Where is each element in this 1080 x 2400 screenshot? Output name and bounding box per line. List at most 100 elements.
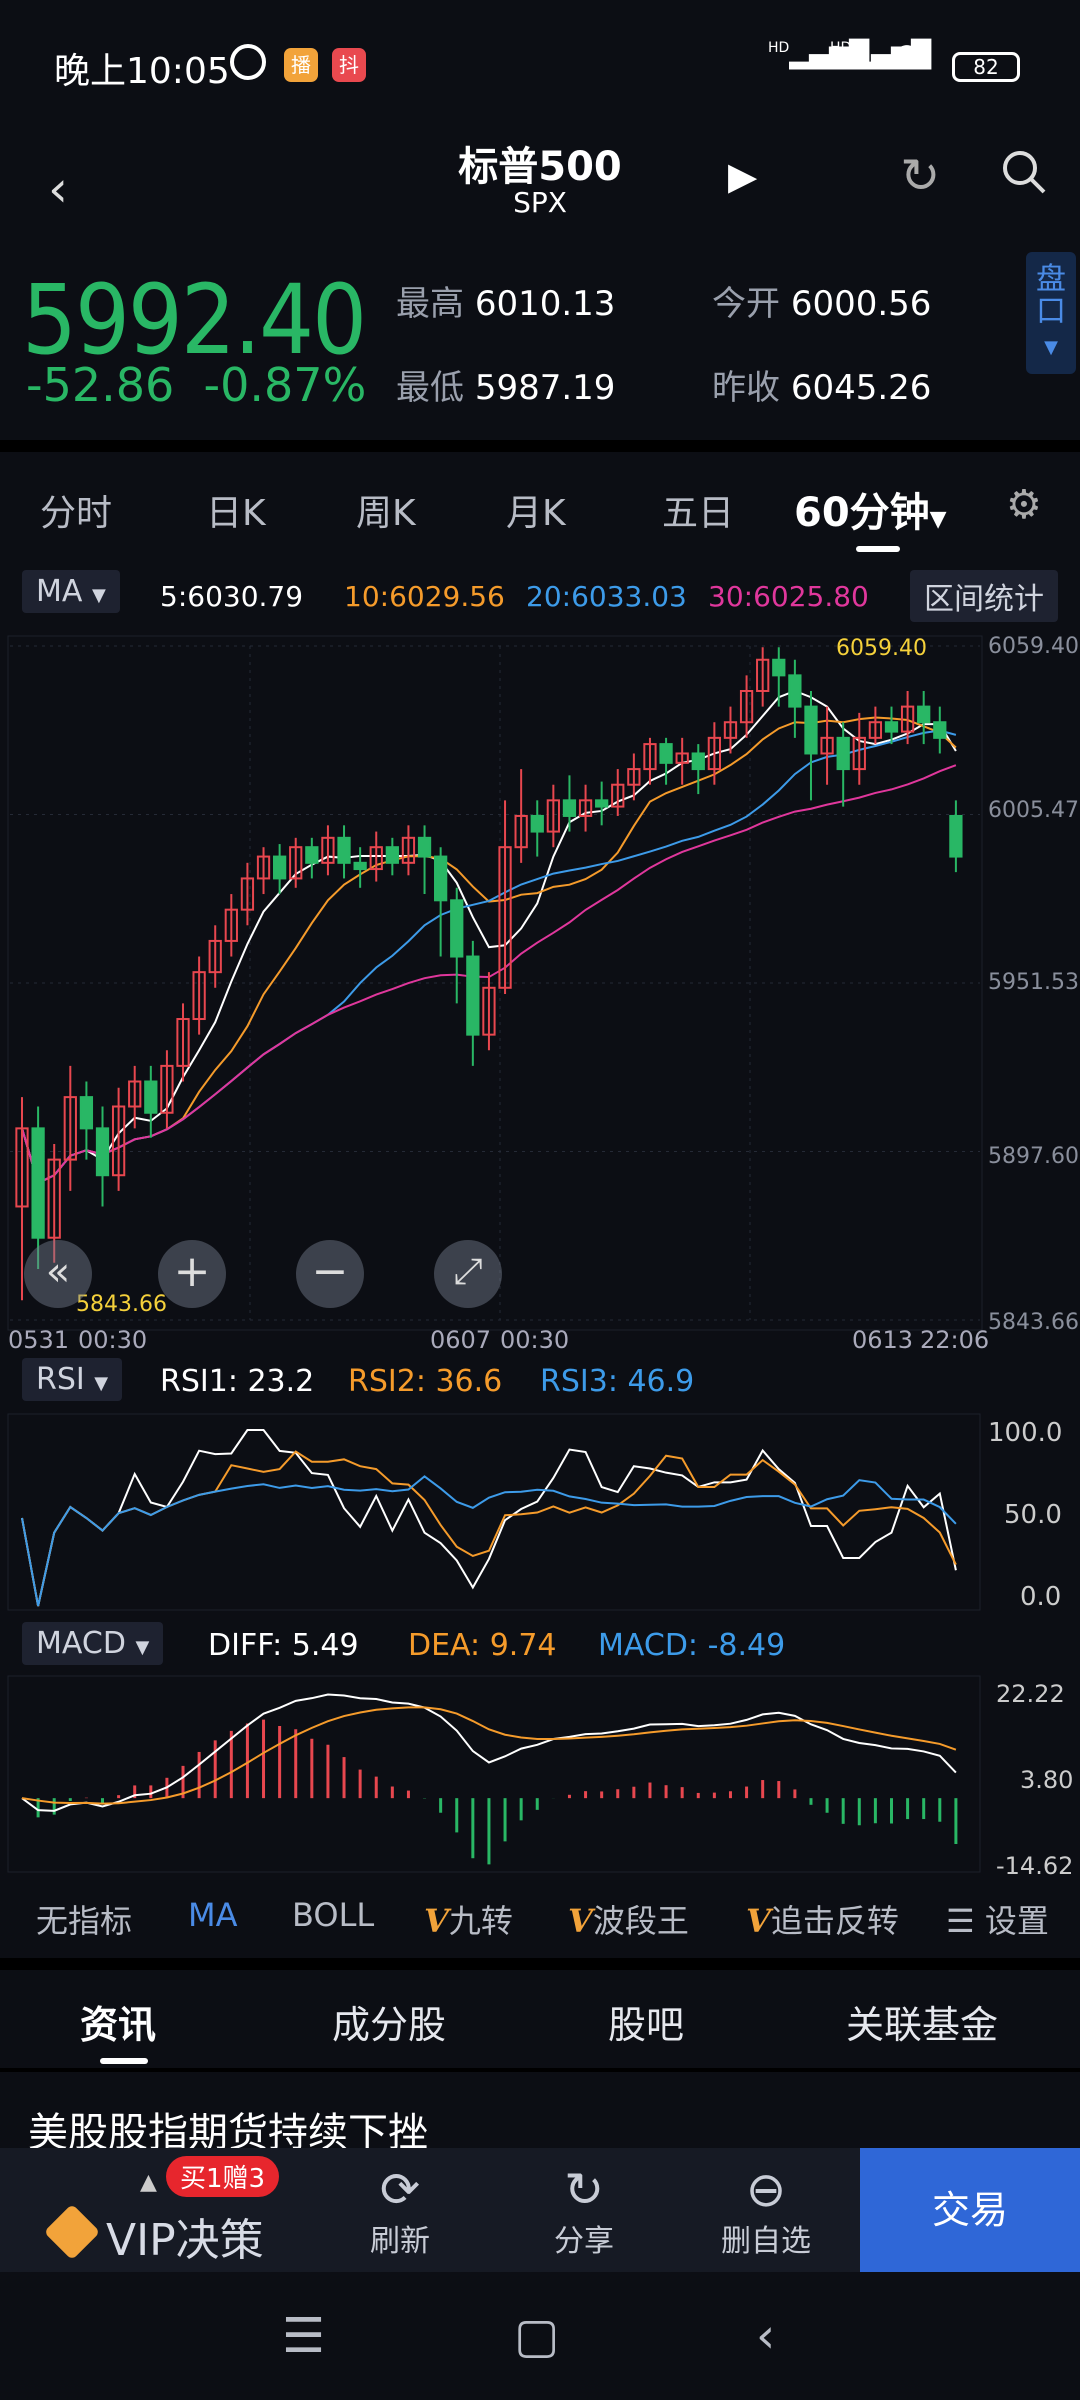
candle-body [949, 814, 963, 858]
high-stat: 最高 6010.13 [396, 284, 616, 324]
ma5-value: 5:6030.79 [160, 580, 304, 613]
tab-forum[interactable]: 股吧 [608, 1994, 684, 2049]
active-tab-indicator [856, 546, 900, 552]
period-tabs: 分时 日K 周K 月K 五日 60分钟▼ ⚙ [0, 456, 1080, 556]
search-icon[interactable] [1000, 148, 1048, 208]
candle-body [691, 752, 705, 771]
tab-monthly[interactable]: 月K [506, 484, 566, 536]
ma30-value: 30:6025.80 [708, 580, 869, 613]
remove-watchlist-button[interactable]: ⊖ 删自选 [706, 2164, 826, 2260]
tab-related-funds[interactable]: 关联基金 [846, 1994, 998, 2049]
indicator-settings[interactable]: ☰ 设置 [946, 1896, 1049, 1942]
system-nav-bar: ☰ ▢ ‹ [0, 2272, 1080, 2400]
macd-y-tick: -14.62 [996, 1852, 1074, 1880]
tab-zhuiji[interactable]: V追击反转 [746, 1896, 899, 1942]
menu-icon[interactable]: ☰ [282, 2308, 325, 2364]
rsi-y-tick: 50.0 [1004, 1500, 1062, 1530]
rsi3-line [21, 1475, 957, 1607]
status-bar: 晚上10:05 播 抖 HD▂▄▆█ HD▂▄▆█ ◠ 82 [0, 0, 1080, 130]
tab-news[interactable]: 资讯 [80, 1994, 156, 2049]
tab-60min[interactable]: 60分钟▼ [794, 480, 947, 538]
candle-body [144, 1080, 158, 1114]
scroll-left-icon[interactable]: « [24, 1240, 92, 1308]
quote-panel: 5992.40 -52.86 -0.87% 最高 6010.13 今开 6000… [0, 260, 1080, 440]
x-tick: 0607 [430, 1326, 492, 1354]
macd-chart[interactable] [0, 1672, 1080, 1878]
promo-badge: 买1赠3 [166, 2156, 280, 2197]
share-icon: ↻ [563, 2162, 605, 2218]
wifi-icon: ◠ [892, 36, 922, 76]
candle-body [595, 799, 609, 808]
tab-constituents[interactable]: 成分股 [332, 1994, 446, 2049]
next-stock-icon[interactable]: ▶ [728, 154, 757, 198]
x-tick: 00:30 [500, 1326, 570, 1354]
macd-y-tick: 3.80 [1020, 1766, 1074, 1794]
gear-icon[interactable]: ⚙ [1006, 482, 1042, 528]
y-tick: 6005.47 [988, 798, 1079, 823]
divider [0, 1958, 1080, 1970]
tab-no-indicator[interactable]: 无指标 [36, 1896, 132, 1942]
vip-decision-button[interactable]: VIP决策 [106, 2204, 264, 2268]
trade-button[interactable]: 交易 [860, 2148, 1080, 2272]
candle-body [337, 836, 351, 864]
x-tick: 22:06 [920, 1326, 990, 1354]
prev-close-stat: 昨收 6045.26 [712, 368, 932, 408]
expand-arrow-icon: ▲ [140, 2170, 157, 2195]
macd-selector[interactable]: MACD ▼ [22, 1622, 164, 1665]
candle-body [95, 1127, 110, 1177]
candlestick-chart[interactable] [0, 620, 1080, 1350]
notification-app-icon: 播 [284, 48, 318, 82]
candle-body [305, 846, 319, 864]
y-tick: 6059.40 [988, 634, 1079, 659]
clock: 晚上10:05 [54, 51, 230, 92]
candle-body [772, 658, 786, 677]
refresh-icon[interactable]: ↻ [900, 148, 940, 204]
alarm-icon [230, 44, 266, 80]
candle-body [562, 799, 577, 817]
candle-body [434, 855, 448, 902]
share-button[interactable]: ↻ 分享 [524, 2164, 644, 2260]
rsi-selector[interactable]: RSI ▼ [22, 1358, 123, 1401]
divider [0, 440, 1080, 452]
candle-body [79, 1096, 94, 1130]
tab-fenshi[interactable]: 分时 [40, 484, 112, 536]
rsi1-line [21, 1429, 957, 1607]
x-tick: 0531 [8, 1326, 70, 1354]
pankou-button[interactable]: 盘口 ▼ [1026, 252, 1076, 374]
tab-daily[interactable]: 日K [206, 484, 266, 536]
range-stats-button[interactable]: 区间统计 [910, 570, 1058, 622]
fullscreen-icon[interactable]: ⤢ [434, 1240, 502, 1308]
refresh-button[interactable]: ⟳ 刷新 [340, 2164, 460, 2260]
tab-weekly[interactable]: 周K [356, 484, 416, 536]
macd-y-tick: 22.22 [996, 1680, 1065, 1708]
back-nav-icon[interactable]: ‹ [756, 2308, 775, 2364]
home-icon[interactable]: ▢ [514, 2308, 559, 2364]
tab-fiveday[interactable]: 五日 [662, 484, 734, 536]
tab-boll[interactable]: BOLL [292, 1896, 374, 1934]
candle-body [450, 899, 464, 958]
vip-diamond-icon [43, 2203, 101, 2261]
zoom-out-icon[interactable]: − [296, 1240, 364, 1308]
rsi-frame [7, 1413, 981, 1611]
candle-body [272, 855, 287, 880]
min-annotation: 5843.66 [76, 1292, 167, 1317]
tab-jiuzhuan[interactable]: V九转 [424, 1896, 513, 1942]
candle-body [530, 814, 544, 833]
ma-selector[interactable]: MA ▼ [22, 570, 120, 613]
ma20-value: 20:6033.03 [526, 580, 687, 613]
tab-ma[interactable]: MA [188, 1896, 238, 1934]
rsi2-value: RSI2: 36.6 [348, 1364, 503, 1399]
candle-body [884, 721, 899, 733]
zoom-in-icon[interactable]: + [158, 1240, 226, 1308]
candle-body [31, 1127, 45, 1239]
rsi-chart[interactable] [0, 1410, 1080, 1616]
low-stat: 最低 5987.19 [396, 368, 616, 408]
candle-body [353, 861, 367, 871]
ma20-line [21, 729, 957, 1185]
news-tabs: 资讯 成分股 股吧 关联基金 [0, 1970, 1080, 2070]
refresh-icon: ⟳ [379, 2162, 421, 2218]
candle-body [836, 736, 850, 771]
settings-list-icon: ☰ [946, 1902, 975, 1940]
tab-boduanwang[interactable]: V波段王 [568, 1896, 689, 1942]
candle-body [917, 705, 931, 724]
